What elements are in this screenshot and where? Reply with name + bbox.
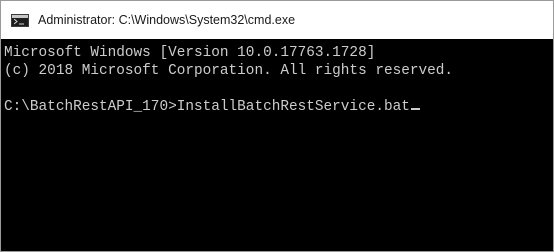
console-line-version: Microsoft Windows [Version 10.0.17763.17… bbox=[4, 45, 376, 61]
cmd-icon bbox=[11, 13, 29, 27]
cmd-window: Administrator: C:\Windows\System32\cmd.e… bbox=[0, 0, 554, 252]
window-title: Administrator: C:\Windows\System32\cmd.e… bbox=[38, 13, 296, 27]
command-text: C:\BatchRestAPI_170>InstallBatchRestServ… bbox=[4, 99, 410, 115]
prompt-glyph-icon bbox=[14, 18, 24, 24]
console-line-copyright: (c) 2018 Microsoft Corporation. All righ… bbox=[4, 63, 454, 79]
console-output[interactable]: Microsoft Windows [Version 10.0.17763.17… bbox=[1, 39, 553, 251]
command-prompt-line[interactable]: C:\BatchRestAPI_170>InstallBatchRestServ… bbox=[4, 98, 553, 116]
title-bar[interactable]: Administrator: C:\Windows\System32\cmd.e… bbox=[1, 1, 553, 39]
text-cursor bbox=[410, 108, 420, 110]
